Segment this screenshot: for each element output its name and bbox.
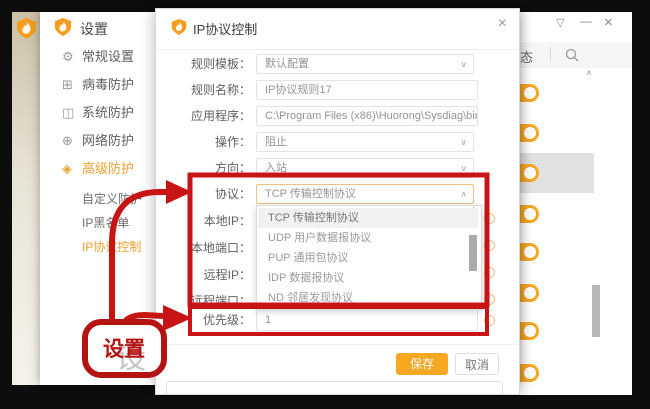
rule-name-label: 规则名称： [171,80,251,100]
direction-label: 方向： [171,158,251,178]
rule-template-value: 默认配置 [265,58,309,70]
cancel-button[interactable]: 取消 [455,353,499,375]
scrollbar-thumb[interactable] [469,235,477,271]
chevron-down-icon: ∨ [460,133,467,151]
network-globe-icon: ⊕ [62,131,82,151]
list-header-bar: 态 [518,42,632,68]
application-path-input[interactable]: C:\Program Files (x86)\Huorong\Sysdiag\b… [256,106,478,126]
sidebar-item-label: 高级防护 [82,161,134,176]
protection-toggle[interactable] [518,124,539,142]
virus-shield-icon: ⊞ [62,75,82,95]
remote-port-label: 远程端口： [171,291,251,311]
huorong-logo-icon [171,18,187,41]
background-window-strip [12,12,41,385]
protection-toggle[interactable] [518,205,539,223]
toggle-knob [524,87,536,99]
action-label: 操作： [171,132,251,152]
priority-label: 优先级： [171,310,251,330]
chevron-down-icon: ∨ [460,55,467,73]
sidebar-item-virus-protection[interactable]: ⊞病毒防护 [62,75,134,95]
sidebar-item-advanced-protection[interactable]: ◈高级防护 [62,159,134,179]
rule-template-select[interactable]: 默认配置 ∨ [256,54,474,74]
protocol-value: TCP 传输控制协议 [265,188,356,200]
direction-select[interactable]: 入站 ∨ [256,158,474,178]
dialog-title: IP协议控制 [193,19,257,38]
toggle-knob [524,367,536,379]
huorong-logo-icon [54,17,72,42]
protection-toggle[interactable] [518,364,539,382]
dropdown-option-tcp[interactable]: TCP 传输控制协议 [258,208,478,228]
screenshot-canvas: ▽ — × 态 ∧ 设置 ⚙常规设置 ⊞病毒防护 [0,0,650,409]
sidebar-subitem-ip-blacklist[interactable]: IP黑名单 [82,213,129,233]
sidebar-subitem-ip-protocol-control[interactable]: IP协议控制 [82,237,141,257]
rule-name-input[interactable]: IP协议规则17 [256,80,478,100]
chevron-up-icon[interactable]: ∧ [586,68,592,77]
info-icon[interactable] [484,267,495,278]
toggle-knob [524,325,536,337]
sidebar-item-label: 常规设置 [82,49,134,64]
toggle-knob [524,167,536,179]
sidebar-item-label: 系统防护 [82,105,134,120]
local-ip-label: 本地IP： [171,211,251,231]
huorong-logo-icon [16,17,37,45]
priority-value: 1 [265,314,271,326]
toggle-knob [524,208,536,220]
partial-input-field [166,381,503,395]
search-icon[interactable] [564,47,580,68]
priority-input[interactable]: 1 [256,309,478,331]
sidebar-subitem-custom-protection[interactable]: 自定义防护 [82,189,142,209]
local-port-label: 本地端口： [171,238,251,258]
sidebar-item-label: 网络防护 [82,133,134,148]
toggle-knob [524,287,536,299]
settings-window-title: 设置 [80,19,108,39]
action-value: 阻止 [265,136,287,148]
sidebar-item-general[interactable]: ⚙常规设置 [62,47,134,67]
main-window-panel: ▽ — × 态 ∧ [518,12,632,395]
application-path-value: C:\Program Files (x86)\Huorong\Sysdiag\b… [265,110,478,122]
protection-toggle[interactable] [518,284,539,302]
ip-protocol-control-dialog: IP协议控制 × 规则模板： 默认配置 ∨ 规则名称： IP协议规则17 应用程… [155,8,520,395]
protocol-select[interactable]: TCP 传输控制协议 ∧ [256,184,474,204]
gear-icon: ⚙ [62,47,82,67]
protection-toggle[interactable] [518,164,539,182]
info-icon[interactable] [484,240,495,251]
dropdown-option-idp[interactable]: IDP 数据报协议 [258,268,478,288]
scrollbar-thumb[interactable] [592,285,600,337]
system-shield-icon: ◫ [62,103,82,123]
chevron-down-icon: ∨ [460,159,467,177]
direction-value: 入站 [265,162,287,174]
dropdown-option-udp[interactable]: UDP 用户数据报协议 [258,228,478,248]
dropdown-option-pup[interactable]: PUP 通用包协议 [258,248,478,268]
menu-icon[interactable]: ▽ [556,16,564,29]
protection-toggle[interactable] [518,322,539,340]
protocol-dropdown-list: ∧ TCP 传输控制协议 UDP 用户数据报协议 PUP 通用包协议 IDP 数… [256,205,482,310]
sidebar-item-label: 病毒防护 [82,77,134,92]
toggle-knob [524,246,536,258]
info-icon[interactable] [484,213,495,224]
sidebar-item-network-protection[interactable]: ⊕网络防护 [62,131,134,151]
divider [156,49,519,50]
save-button[interactable]: 保存 [396,353,448,375]
rule-template-label: 规则模板： [171,54,251,74]
remote-ip-label: 远程IP： [171,265,251,285]
rule-name-value: IP协议规则17 [265,84,332,96]
close-icon[interactable]: × [604,14,613,31]
application-label: 应用程序： [171,106,251,126]
status-column-label: 态 [520,47,533,66]
minimize-icon[interactable]: — [580,14,592,28]
divider [156,344,519,345]
protection-toggle[interactable] [518,243,539,261]
sidebar-item-system-protection[interactable]: ◫系统防护 [62,103,134,123]
dropdown-option-nd[interactable]: ND 邻居发现协议 [258,288,478,308]
chevron-up-icon: ∧ [460,185,467,203]
info-icon[interactable] [484,294,495,305]
toggle-knob [524,127,536,139]
protocol-label: 协议： [171,184,251,204]
protection-toggle[interactable] [518,84,539,102]
info-icon[interactable] [484,315,495,326]
gem-icon: ◈ [62,159,82,179]
action-select[interactable]: 阻止 ∨ [256,132,474,152]
close-icon[interactable]: × [498,15,507,33]
divider [550,47,551,62]
